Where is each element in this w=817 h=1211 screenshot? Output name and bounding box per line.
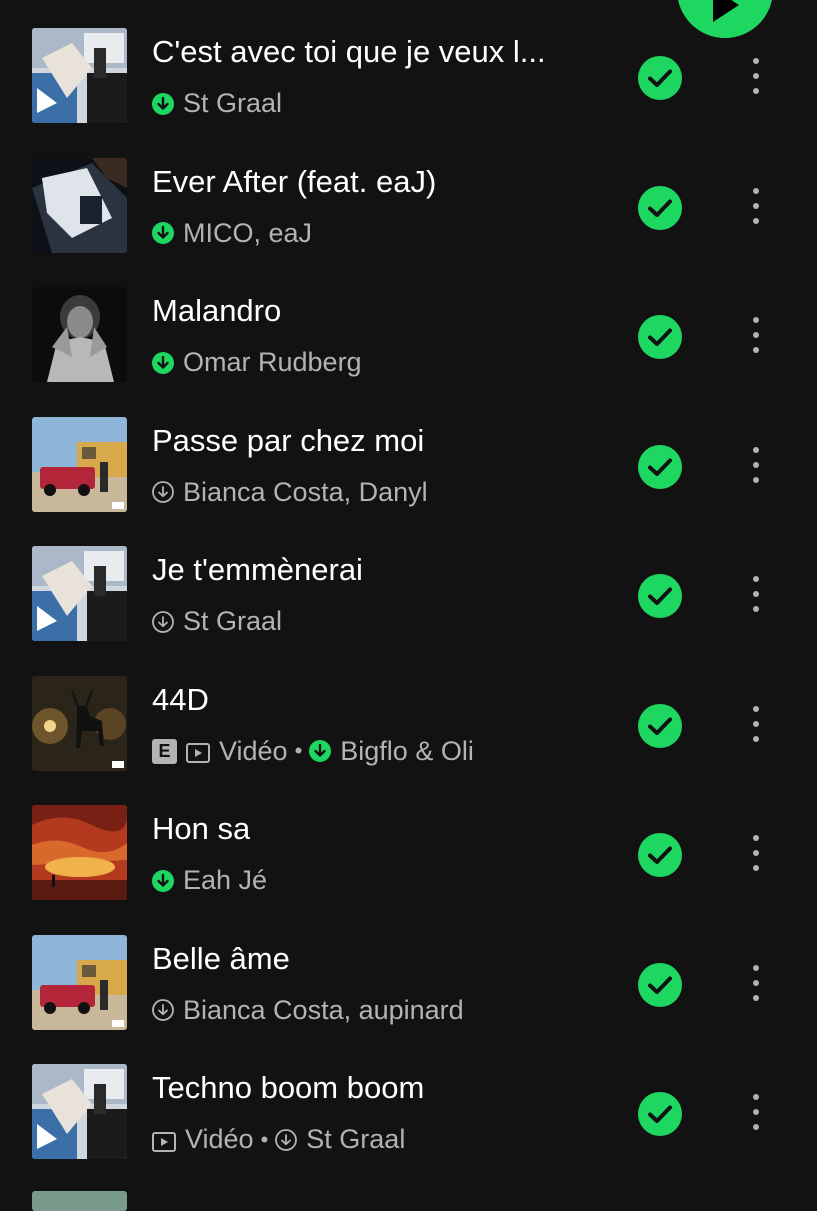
track-meta: St Graal bbox=[152, 606, 282, 637]
check-circle-icon[interactable] bbox=[638, 315, 682, 359]
downloaded-icon bbox=[152, 351, 174, 374]
track-row[interactable]: Malandro Omar Rudberg bbox=[0, 271, 817, 401]
more-vertical-icon[interactable] bbox=[746, 58, 766, 98]
album-cover bbox=[32, 805, 127, 900]
check-circle-icon[interactable] bbox=[638, 1092, 682, 1136]
album-cover bbox=[32, 157, 127, 253]
track-title: 44D bbox=[152, 681, 209, 717]
explicit-badge: E bbox=[152, 738, 177, 764]
more-vertical-icon[interactable] bbox=[746, 964, 766, 1005]
video-label: Vidéo bbox=[219, 735, 288, 766]
check-circle-icon[interactable] bbox=[638, 833, 682, 877]
check-circle-icon[interactable] bbox=[638, 703, 682, 748]
album-cover bbox=[32, 28, 127, 123]
track-meta: Bianca Costa, aupinard bbox=[152, 995, 464, 1026]
separator-dot: • bbox=[294, 738, 303, 763]
track-title: Passe par chez moi bbox=[152, 422, 425, 458]
track-title: Ever After (feat. eaJ) bbox=[152, 163, 437, 199]
track-row[interactable]: C'est avec toi que je veux l... St Graal bbox=[0, 12, 817, 142]
downloaded-icon bbox=[152, 92, 174, 115]
track-artist: St Graal bbox=[183, 606, 283, 636]
more-vertical-icon[interactable] bbox=[746, 187, 766, 228]
track-title: Malandro bbox=[152, 293, 282, 328]
check-circle-icon[interactable] bbox=[638, 444, 682, 489]
album-cover bbox=[32, 934, 127, 1030]
track-meta: St Graal bbox=[152, 88, 282, 119]
track-meta: E Vidéo • Bigflo & Oli bbox=[152, 736, 474, 767]
downloaded-icon bbox=[152, 222, 174, 244]
track-artist: Bianca Costa, aupinard bbox=[183, 994, 464, 1025]
track-artist: Omar Rudberg bbox=[183, 347, 362, 377]
track-title: Hon sa bbox=[152, 811, 251, 846]
track-artist: St Graal bbox=[306, 1124, 406, 1154]
track-list: C'est avec toi que je veux l... St Graal… bbox=[0, 12, 817, 1178]
album-cover bbox=[32, 1064, 127, 1159]
track-meta: MICO, eaJ bbox=[152, 218, 312, 249]
video-label: Vidéo bbox=[185, 1124, 254, 1154]
track-title: C'est avec toi que je veux l... bbox=[152, 34, 546, 69]
track-artist: Eah Jé bbox=[183, 865, 268, 895]
album-cover bbox=[32, 675, 127, 771]
more-vertical-icon[interactable] bbox=[746, 705, 766, 746]
track-row[interactable]: Hon sa Eah Jé bbox=[0, 789, 817, 919]
check-circle-icon[interactable] bbox=[638, 185, 682, 230]
more-vertical-icon[interactable] bbox=[746, 576, 766, 616]
check-circle-icon[interactable] bbox=[638, 574, 682, 618]
more-vertical-icon[interactable] bbox=[746, 446, 766, 487]
check-circle-icon[interactable] bbox=[638, 962, 682, 1007]
downloaded-icon bbox=[152, 869, 174, 892]
track-row[interactable]: Ever After (feat. eaJ) MICO, eaJ bbox=[0, 142, 817, 272]
track-row[interactable]: 44D E Vidéo • Bigflo & Oli bbox=[0, 660, 817, 790]
download-icon bbox=[152, 999, 174, 1021]
track-row[interactable]: Belle âme Bianca Costa, aupinard bbox=[0, 919, 817, 1049]
track-artist: St Graal bbox=[183, 88, 283, 118]
more-vertical-icon[interactable] bbox=[746, 1094, 766, 1134]
video-icon bbox=[186, 740, 210, 763]
track-row[interactable]: Techno boom boom Vidéo • St Graal bbox=[0, 1048, 817, 1178]
track-meta: Omar Rudberg bbox=[152, 347, 362, 378]
album-cover bbox=[32, 287, 127, 382]
track-meta: Eah Jé bbox=[152, 865, 267, 896]
track-row[interactable]: Passe par chez moi Bianca Costa, Danyl bbox=[0, 401, 817, 531]
download-icon bbox=[275, 1128, 298, 1151]
track-meta: Vidéo • St Graal bbox=[152, 1124, 405, 1155]
track-artist: Bigflo & Oli bbox=[340, 735, 474, 766]
next-track-cover-peek bbox=[32, 1191, 127, 1211]
track-title: Je t'emmènerai bbox=[152, 552, 363, 587]
track-meta: Bianca Costa, Danyl bbox=[152, 477, 428, 508]
check-circle-icon[interactable] bbox=[638, 56, 682, 100]
downloaded-icon bbox=[309, 740, 332, 762]
track-title: Belle âme bbox=[152, 940, 290, 976]
video-icon bbox=[152, 1129, 176, 1152]
more-vertical-icon[interactable] bbox=[746, 317, 766, 357]
separator-dot: • bbox=[260, 1126, 269, 1152]
track-artist: MICO, eaJ bbox=[183, 217, 313, 248]
track-artist: Bianca Costa, Danyl bbox=[183, 476, 428, 507]
album-cover bbox=[32, 416, 127, 512]
track-title: Techno boom boom bbox=[152, 1070, 425, 1105]
more-vertical-icon[interactable] bbox=[746, 835, 766, 875]
track-row[interactable]: Je t'emmènerai St Graal bbox=[0, 530, 817, 660]
download-icon bbox=[152, 610, 174, 633]
album-cover bbox=[32, 546, 127, 641]
download-icon bbox=[152, 481, 174, 503]
